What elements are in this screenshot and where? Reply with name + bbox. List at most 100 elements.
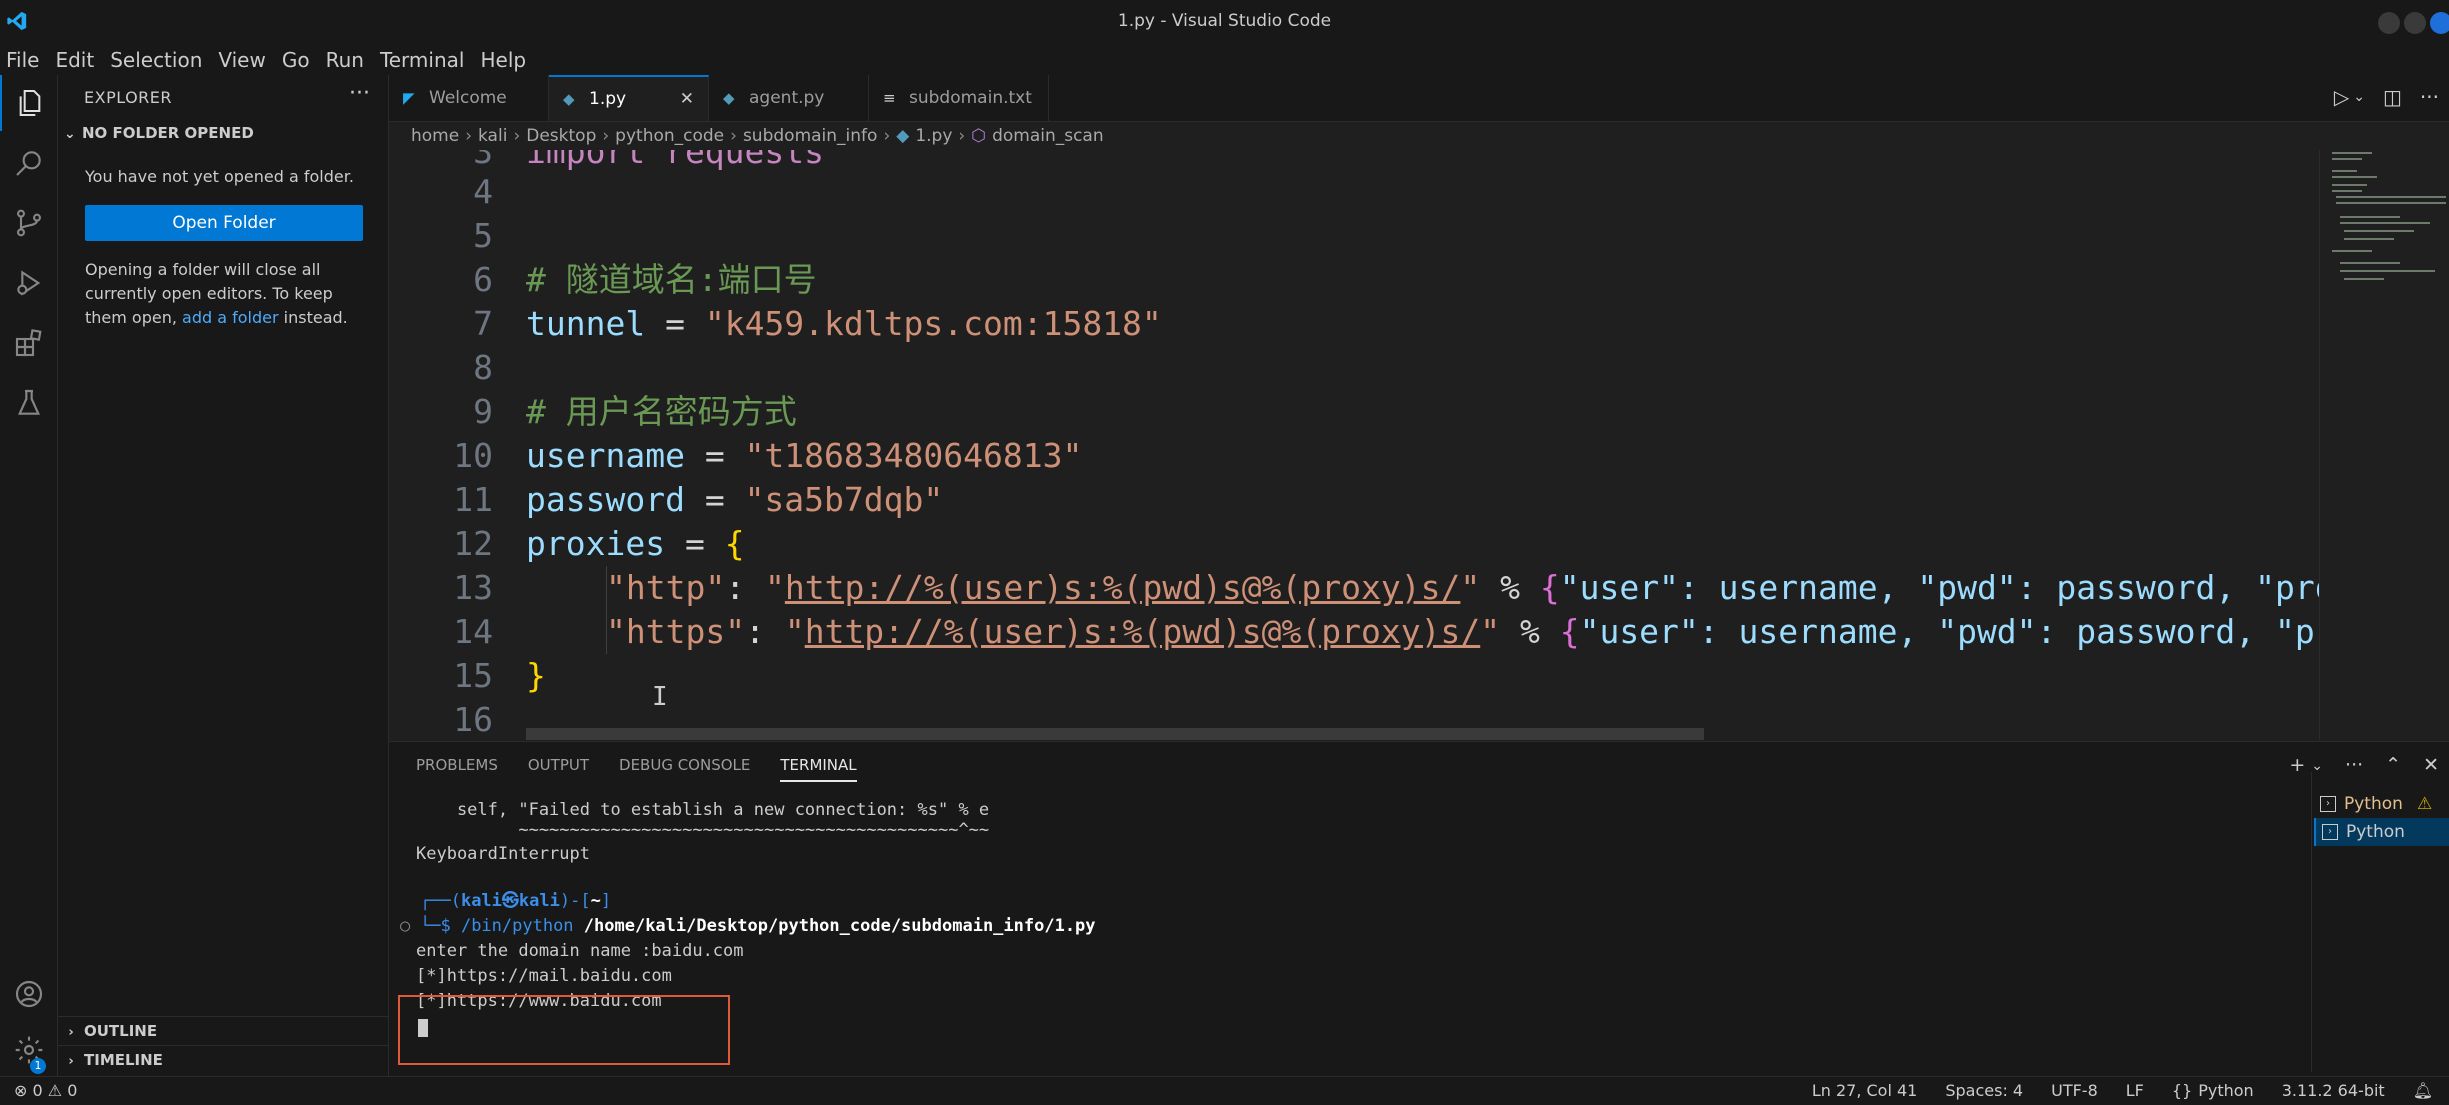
- prompt-frame: )-[: [559, 891, 591, 911]
- close-icon[interactable]: ✕: [680, 89, 694, 109]
- tab-1-py[interactable]: ◆ 1.py ✕: [549, 75, 709, 121]
- code-string: "https": [606, 612, 746, 651]
- menu-go[interactable]: Go: [276, 48, 320, 72]
- code-line: 11 password = "sa5b7dqb": [389, 478, 2319, 522]
- command-decoration-icon[interactable]: ○: [400, 914, 410, 939]
- prompt-frame: └─$: [420, 916, 461, 936]
- maximize-button[interactable]: [2404, 12, 2426, 34]
- breadcrumb-kali[interactable]: kali: [478, 126, 507, 146]
- breadcrumb-file[interactable]: 1.py: [915, 126, 952, 146]
- line-number: 8: [473, 348, 493, 387]
- extensions-icon[interactable]: [0, 315, 57, 371]
- menu-selection[interactable]: Selection: [104, 48, 212, 72]
- run-debug-icon[interactable]: [0, 255, 57, 311]
- breadcrumb-subdomain-info[interactable]: subdomain_info: [743, 126, 877, 146]
- breadcrumb-desktop[interactable]: Desktop: [526, 126, 596, 146]
- code-line: 12 proxies = {: [389, 522, 2319, 566]
- minimap-line: [2332, 184, 2367, 186]
- code-line: 10 username = "t18683480646813": [389, 434, 2319, 478]
- tab-output[interactable]: OUTPUT: [528, 756, 589, 782]
- menu-help[interactable]: Help: [474, 48, 536, 72]
- menu-edit[interactable]: Edit: [49, 48, 104, 72]
- explorer-more-icon[interactable]: ···: [349, 81, 370, 106]
- line-number: 10: [453, 436, 493, 475]
- notifications-bell-icon[interactable]: 🔔︎: [2413, 1081, 2433, 1100]
- menu-run[interactable]: Run: [320, 48, 374, 72]
- terminal-prompt-line: ┌──(kali㉿kali)-[~]: [420, 889, 611, 914]
- cursor-position-status[interactable]: Ln 27, Col 41: [1812, 1081, 1918, 1100]
- breadcrumb-separator: ›: [465, 126, 473, 146]
- account-icon[interactable]: [0, 966, 57, 1022]
- minimap-line: [2340, 222, 2430, 224]
- minimap-line: [2332, 152, 2372, 154]
- minimap-line: [2332, 250, 2372, 252]
- breadcrumb-home[interactable]: home: [411, 126, 459, 146]
- menu-file[interactable]: File: [0, 48, 49, 72]
- terminal-instance[interactable]: › Python: [2314, 818, 2449, 846]
- testing-icon[interactable]: [0, 375, 57, 431]
- explorer-header: EXPLORER: [84, 88, 172, 107]
- menu-terminal[interactable]: Terminal: [374, 48, 475, 72]
- encoding-status[interactable]: UTF-8: [2051, 1081, 2098, 1100]
- interpreter-status[interactable]: 3.11.2 64-bit: [2282, 1081, 2385, 1100]
- panel-tabs: PROBLEMS OUTPUT DEBUG CONSOLE TERMINAL: [416, 756, 857, 782]
- tab-problems[interactable]: PROBLEMS: [416, 756, 498, 782]
- new-terminal-icon[interactable]: +: [2289, 754, 2305, 776]
- code-line: 5: [389, 214, 2319, 258]
- tab-subdomain-txt[interactable]: ≡ subdomain.txt: [869, 75, 1049, 121]
- source-control-icon[interactable]: [0, 195, 57, 251]
- tab-label: Welcome: [429, 88, 507, 108]
- run-python-icon[interactable]: ▷: [2334, 85, 2349, 109]
- more-actions-icon[interactable]: ···: [2420, 85, 2439, 109]
- indentation-status[interactable]: Spaces: 4: [1945, 1081, 2023, 1100]
- tab-agent-py[interactable]: ◆ agent.py: [709, 75, 869, 121]
- eol-status[interactable]: LF: [2126, 1081, 2144, 1100]
- outline-label: OUTLINE: [84, 1022, 158, 1040]
- code-url-link[interactable]: http://%(user)s:%(pwd)s@%(proxy)s/: [785, 568, 1461, 607]
- line-number: 15: [453, 656, 493, 695]
- tab-welcome[interactable]: ◤ Welcome: [389, 75, 549, 121]
- line-number: 4: [473, 172, 493, 211]
- chevron-down-icon[interactable]: ⌄: [2353, 89, 2365, 109]
- language-status[interactable]: {} Python: [2172, 1081, 2254, 1100]
- menu-view[interactable]: View: [212, 48, 275, 72]
- breadcrumb-symbol[interactable]: domain_scan: [992, 126, 1104, 146]
- add-folder-link[interactable]: add a folder: [182, 308, 279, 327]
- breadcrumb-python-code[interactable]: python_code: [615, 126, 724, 146]
- breadcrumb-separator: ›: [513, 126, 521, 146]
- problems-status[interactable]: ⊗ 0 ⚠ 0: [14, 1081, 77, 1100]
- terminal-line: KeyboardInterrupt: [416, 844, 590, 864]
- code-editor[interactable]: 3 import requests 4 5 6 # 隧道域名:端口号 7 tunnel…: [389, 150, 2319, 740]
- window-title: 1.py - Visual Studio Code: [1117, 11, 1332, 31]
- python-icon: ◆: [563, 90, 575, 108]
- prompt-frame: ]: [600, 891, 612, 911]
- tab-terminal[interactable]: TERMINAL: [780, 756, 857, 782]
- line-number: 11: [453, 480, 493, 519]
- code-line: 9 # 用户名密码方式: [389, 390, 2319, 434]
- code-brace: {: [1539, 568, 1560, 607]
- breadcrumb-separator: ›: [883, 126, 891, 146]
- tab-debug-console[interactable]: DEBUG CONSOLE: [619, 756, 750, 782]
- close-window-button[interactable]: [2430, 12, 2449, 34]
- manage-gear-icon[interactable]: 1: [0, 1022, 57, 1078]
- terminal-instance[interactable]: › Python ⚠: [2320, 790, 2432, 818]
- minimap[interactable]: [2319, 150, 2449, 740]
- timeline-section[interactable]: › TIMELINE: [58, 1045, 388, 1074]
- code-variable: username: [526, 436, 685, 475]
- search-icon[interactable]: [0, 135, 57, 191]
- terminal-icon: ›: [2320, 796, 2336, 812]
- outline-section[interactable]: › OUTLINE: [58, 1016, 388, 1045]
- chevron-right-icon: ›: [68, 1025, 74, 1040]
- note-text-end: instead.: [278, 308, 348, 327]
- explorer-icon[interactable]: [0, 75, 57, 131]
- code-string: "t18683480646813": [744, 436, 1083, 475]
- code-url-link[interactable]: http://%(user)s:%(pwd)s@%(proxy)s/: [805, 612, 1481, 651]
- no-folder-message: You have not yet opened a folder.: [85, 167, 354, 186]
- editor-horizontal-scrollbar[interactable]: [526, 728, 1704, 740]
- minimize-button[interactable]: [2378, 12, 2400, 34]
- terminal-command-line: └─$ /bin/python /home/kali/Desktop/pytho…: [420, 914, 1096, 939]
- no-folder-section[interactable]: ⌄ NO FOLDER OPENED: [64, 124, 254, 142]
- open-folder-button[interactable]: Open Folder: [85, 205, 363, 241]
- warning-icon: ⚠: [2416, 794, 2433, 814]
- split-editor-icon[interactable]: ◫: [2383, 85, 2402, 109]
